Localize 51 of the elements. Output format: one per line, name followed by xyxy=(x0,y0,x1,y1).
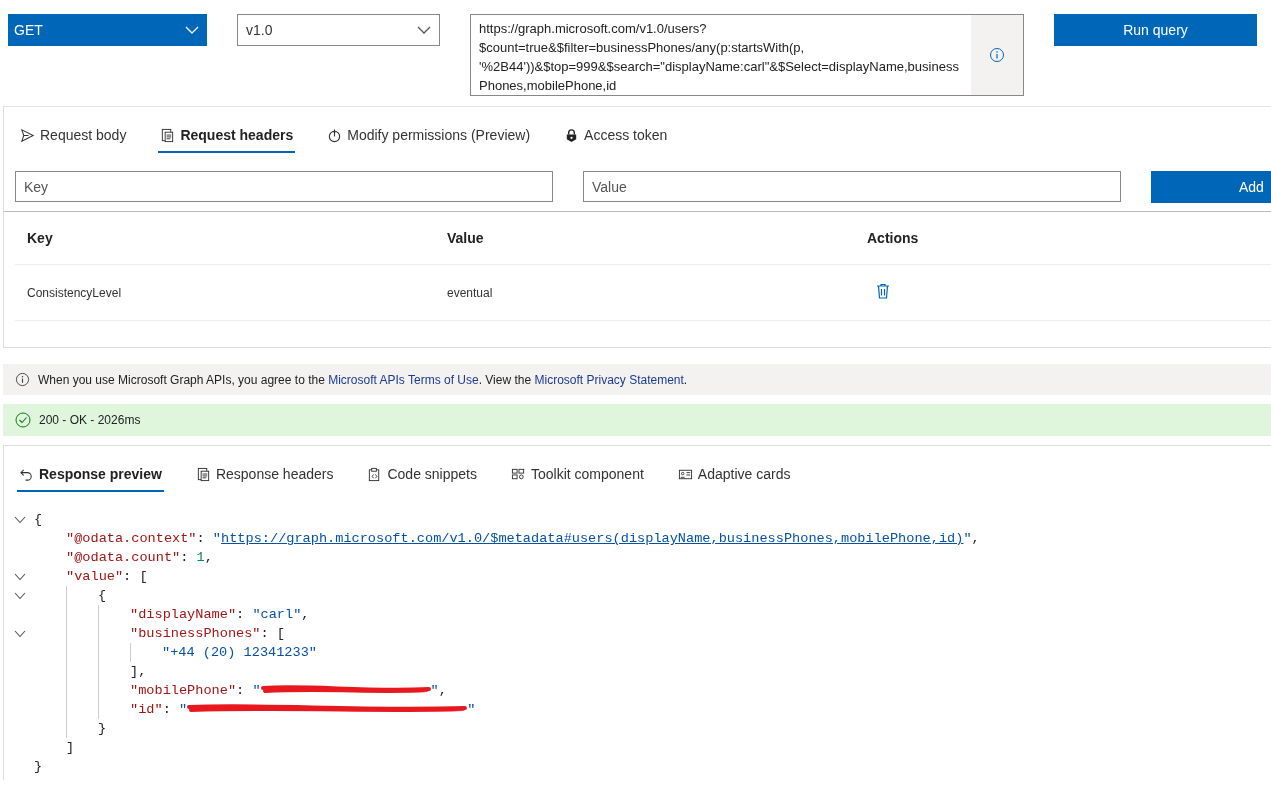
code-line: "@odata.context": "https://graph.microsoft.com/v1.0/$metadata#users(displayName,businessPhones,mobilePhone,id)", xyxy=(66,531,980,546)
code-line: ], xyxy=(130,664,147,679)
add-button[interactable]: Add xyxy=(1151,171,1271,203)
table-cell-text: ConsistencyLevel xyxy=(27,285,123,300)
tab[interactable]: Modify permissions (Preview) xyxy=(325,119,533,153)
document-icon xyxy=(160,127,176,143)
code-line: "mobilePhone": " ", xyxy=(130,682,447,699)
tab[interactable]: Adaptive cards xyxy=(675,458,793,492)
link[interactable]: Microsoft Privacy Statement xyxy=(534,372,684,387)
code-line: "value": [ xyxy=(66,569,148,584)
code-line: "businessPhones": [ xyxy=(130,626,285,641)
value-field[interactable]: Value xyxy=(583,171,1121,202)
column-header: Key xyxy=(27,230,54,246)
fold-chevron-icon[interactable] xyxy=(14,591,26,600)
link[interactable]: Microsoft APIs Terms of Use xyxy=(328,372,479,387)
chevron-down-icon xyxy=(185,26,199,34)
grid-icon xyxy=(511,466,526,482)
notice-text: When you use Microsoft Graph APIs, you agree to the Microsoft APIs Terms of Use. View the Microsoft Privacy Statement. xyxy=(38,372,688,387)
chevron-down-icon xyxy=(417,26,431,34)
tab[interactable]: Access token xyxy=(562,119,670,153)
fold-chevron-icon[interactable] xyxy=(14,515,26,524)
column-header: Value xyxy=(447,230,485,246)
fold-chevron-icon[interactable] xyxy=(14,572,26,581)
code-line: "@odata.count": 1, xyxy=(66,550,213,565)
info-icon xyxy=(15,372,30,387)
tab[interactable]: Code snippets xyxy=(365,458,479,492)
send-icon xyxy=(20,127,35,143)
code-line: "+44 (20) 12341233" xyxy=(162,645,317,660)
tab[interactable]: Response headers xyxy=(193,458,336,492)
key-field[interactable]: Key xyxy=(15,171,553,202)
code-line: "id": " " xyxy=(130,701,476,718)
code-line: { xyxy=(34,512,43,527)
run-query-button[interactable]: Run query xyxy=(1054,14,1257,46)
tab[interactable]: Response preview xyxy=(17,458,164,492)
status-bar: 200 - OK - 2026ms xyxy=(3,404,1271,436)
method-dropdown[interactable]: GET xyxy=(8,14,207,46)
code-line: { xyxy=(98,588,107,603)
tab[interactable]: Request body xyxy=(18,119,129,153)
column-header: Actions xyxy=(867,230,920,246)
code-line: "displayName": "carl", xyxy=(130,607,310,622)
document-icon xyxy=(195,466,211,482)
check-circle-icon xyxy=(15,412,31,428)
fold-chevron-icon[interactable] xyxy=(14,629,26,638)
tab[interactable]: Request headers xyxy=(158,119,296,153)
trash-icon[interactable] xyxy=(876,283,890,299)
tab[interactable]: Toolkit component xyxy=(509,458,646,492)
table-cell-text: eventual xyxy=(447,285,494,300)
code-line: ] xyxy=(66,740,75,755)
code-line: } xyxy=(34,759,43,774)
code-line: } xyxy=(98,721,107,736)
version-dropdown[interactable]: v1.0 xyxy=(237,14,440,46)
